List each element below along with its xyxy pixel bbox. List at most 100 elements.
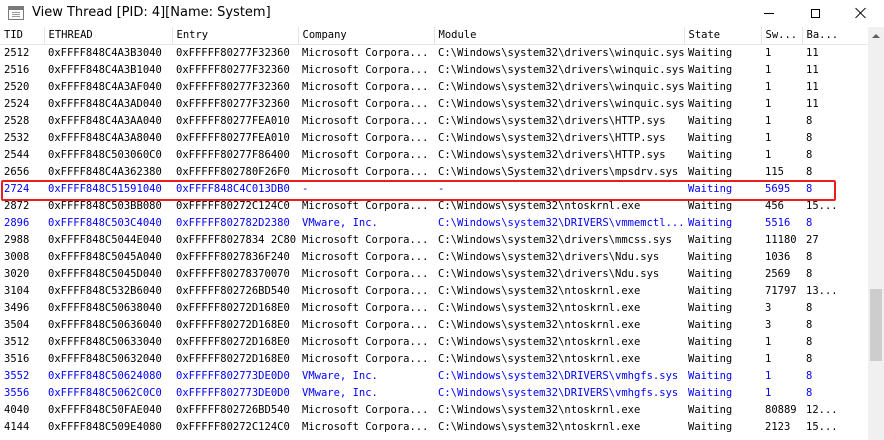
cell-base-priority: 27 bbox=[806, 233, 819, 246]
table-row[interactable]: 4144 0xFFFF848C509E4080 0xFFFFF80272C124C0… bbox=[0, 419, 868, 436]
cell-state: Waiting bbox=[688, 46, 733, 59]
cell-company: Microsoft Corpora... bbox=[302, 318, 429, 331]
cell-ethread: 0xFFFF848C50FAE040 bbox=[48, 403, 162, 416]
table-row[interactable]: 4040 0xFFFF848C50FAE040 0xFFFFF802726BD540… bbox=[0, 402, 868, 419]
table-row[interactable]: 2544 0xFFFF848C503060C0 0xFFFFF80277F86400… bbox=[0, 147, 868, 164]
column-header-switches[interactable]: Sw... bbox=[761, 27, 803, 45]
cell-company: Microsoft Corpora... bbox=[302, 165, 429, 178]
cell-base-priority: 8 bbox=[806, 182, 813, 195]
cell-module: C:\Windows\system32\drivers\Ndu.sys bbox=[438, 250, 660, 263]
cell-module: C:\Windows\system32\drivers\HTTP.sys bbox=[438, 148, 666, 161]
column-header-entry[interactable]: Entry bbox=[172, 27, 299, 45]
cell-module: - bbox=[438, 182, 445, 195]
column-header-module[interactable]: Module bbox=[434, 27, 685, 45]
cell-tid: 3008 bbox=[4, 250, 30, 263]
column-header-company[interactable]: Company bbox=[298, 27, 435, 45]
cell-base-priority: 11 bbox=[806, 80, 819, 93]
cell-tid: 2520 bbox=[4, 80, 30, 93]
cell-base-priority: 8 bbox=[806, 301, 813, 314]
table-row[interactable]: 3512 0xFFFF848C50633040 0xFFFFF80272D168E0… bbox=[0, 334, 868, 351]
cell-company: Microsoft Corpora... bbox=[302, 63, 429, 76]
cell-state: Waiting bbox=[688, 131, 733, 144]
window-title: View Thread [PID: 4][Name: System] bbox=[32, 5, 271, 20]
table-row[interactable]: 3556 0xFFFF848C5062C0C0 0xFFFFF802773DE0D0… bbox=[0, 385, 868, 402]
cell-company: Microsoft Corpora... bbox=[302, 267, 429, 280]
cell-ethread: 0xFFFF848C503060C0 bbox=[48, 148, 162, 161]
table-row[interactable]: 2528 0xFFFF848C4A3AA040 0xFFFFF80277FEA010… bbox=[0, 113, 868, 130]
column-header-state[interactable]: State bbox=[684, 27, 762, 45]
table-row[interactable]: 3008 0xFFFF848C5045A040 0xFFFFF8027836F240… bbox=[0, 249, 868, 266]
vertical-scrollbar[interactable] bbox=[868, 27, 884, 440]
table-row[interactable]: 2516 0xFFFF848C4A3B1040 0xFFFFF80277F32360… bbox=[0, 62, 868, 79]
scroll-thumb[interactable] bbox=[870, 289, 882, 361]
scroll-up-button[interactable] bbox=[868, 27, 884, 44]
cell-module: C:\Windows\system32\drivers\winquic.sys bbox=[438, 63, 684, 76]
cell-module: C:\Windows\system32\drivers\HTTP.sys bbox=[438, 114, 666, 127]
cell-company: Microsoft Corpora... bbox=[302, 46, 429, 59]
window-list-icon bbox=[8, 6, 24, 20]
cell-state: Waiting bbox=[688, 318, 733, 331]
table-row[interactable]: 3020 0xFFFF848C5045D040 0xFFFFF80278370070… bbox=[0, 266, 868, 283]
cell-module: C:\Windows\system32\DRIVERS\vmhgfs.sys bbox=[438, 386, 679, 399]
column-header-base-priority[interactable]: Ba... bbox=[802, 27, 868, 45]
cell-tid: 3104 bbox=[4, 284, 30, 297]
table-row[interactable]: 2532 0xFFFF848C4A3A8040 0xFFFFF80277FEA010… bbox=[0, 130, 868, 147]
close-button[interactable] bbox=[838, 0, 884, 26]
cell-module: C:\Windows\system32\DRIVERS\vmhgfs.sys bbox=[438, 369, 679, 382]
cell-state: Waiting bbox=[688, 352, 733, 365]
minimize-button[interactable] bbox=[746, 0, 792, 26]
column-header-ethread[interactable]: ETHREAD bbox=[44, 27, 173, 45]
cell-company: Microsoft Corpora... bbox=[302, 301, 429, 314]
table-row[interactable]: 2872 0xFFFF848C503BB080 0xFFFFF80272C124C0… bbox=[0, 198, 868, 215]
cell-state: Waiting bbox=[688, 165, 733, 178]
cell-entry: 0xFFFFF80277F32360 bbox=[176, 63, 290, 76]
table-row[interactable]: 3504 0xFFFF848C50636040 0xFFFFF80272D168E0… bbox=[0, 317, 868, 334]
cell-base-priority: 8 bbox=[806, 352, 813, 365]
table-row[interactable]: 3516 0xFFFF848C50632040 0xFFFFF80272D168E0… bbox=[0, 351, 868, 368]
cell-tid: 2544 bbox=[4, 148, 30, 161]
maximize-button[interactable] bbox=[792, 0, 838, 26]
cell-tid: 2872 bbox=[4, 199, 30, 212]
table-row[interactable]: 2988 0xFFFF848C5044E040 0xFFFFF8027834 2C8… bbox=[0, 232, 868, 249]
cell-entry: 0xFFFFF80277F32360 bbox=[176, 97, 290, 110]
cell-module: C:\Windows\system32\ntoskrnl.exe bbox=[438, 335, 641, 348]
table-row[interactable]: 2896 0xFFFF848C503C4040 0xFFFFF802782D2380… bbox=[0, 215, 868, 232]
cell-ethread: 0xFFFF848C50633040 bbox=[48, 335, 162, 348]
cell-company: Microsoft Corpora... bbox=[302, 233, 429, 246]
cell-switches: 1 bbox=[765, 386, 772, 399]
table-row[interactable]: 2724 0xFFFF848C51591040 0xFFFF848C4C013DB0… bbox=[0, 181, 868, 198]
column-header-tid[interactable]: TID bbox=[0, 27, 45, 45]
cell-tid: 3496 bbox=[4, 301, 30, 314]
cell-company: Microsoft Corpora... bbox=[302, 114, 429, 127]
cell-base-priority: 8 bbox=[806, 216, 813, 229]
cell-tid: 3504 bbox=[4, 318, 30, 331]
cell-base-priority: 8 bbox=[806, 114, 813, 127]
table-row[interactable]: 2512 0xFFFF848C4A3B3040 0xFFFFF80277F32360… bbox=[0, 44, 868, 62]
table-row[interactable]: 2524 0xFFFF848C4A3AD040 0xFFFFF80277F32360… bbox=[0, 96, 868, 113]
cell-base-priority: 15... bbox=[806, 420, 838, 433]
table-row[interactable]: 3552 0xFFFF848C50624080 0xFFFFF802773DE0D0… bbox=[0, 368, 868, 385]
cell-module: C:\Windows\system32\ntoskrnl.exe bbox=[438, 301, 641, 314]
cell-module: C:\Windows\system32\drivers\mmcss.sys bbox=[438, 233, 672, 246]
table-row[interactable]: 3496 0xFFFF848C50638040 0xFFFFF80272D168E0… bbox=[0, 300, 868, 317]
cell-company: Microsoft Corpora... bbox=[302, 420, 429, 433]
cell-company: Microsoft Corpora... bbox=[302, 284, 429, 297]
table-row[interactable]: 2656 0xFFFF848C4A362380 0xFFFFF802780F26F0… bbox=[0, 164, 868, 181]
cell-tid: 3556 bbox=[4, 386, 30, 399]
thread-table: TID ETHREAD Entry Company Module State S… bbox=[0, 27, 868, 436]
cell-state: Waiting bbox=[688, 80, 733, 93]
cell-base-priority: 8 bbox=[806, 148, 813, 161]
cell-ethread: 0xFFFF848C509E4080 bbox=[48, 420, 162, 433]
table-row[interactable]: 2520 0xFFFF848C4A3AF040 0xFFFFF80277F32360… bbox=[0, 79, 868, 96]
cell-base-priority: 8 bbox=[806, 386, 813, 399]
cell-tid: 2724 bbox=[4, 182, 30, 195]
cell-entry: 0xFFFFF80272C124C0 bbox=[176, 420, 290, 433]
table-row[interactable]: 3104 0xFFFF848C532B6040 0xFFFFF802726BD540… bbox=[0, 283, 868, 300]
header-row: TID ETHREAD Entry Company Module State S… bbox=[0, 27, 868, 45]
cell-tid: 3552 bbox=[4, 369, 30, 382]
cell-state: Waiting bbox=[688, 420, 733, 433]
cell-company: Microsoft Corpora... bbox=[302, 97, 429, 110]
cell-module: C:\Windows\system32\drivers\Ndu.sys bbox=[438, 267, 660, 280]
cell-switches: 1 bbox=[765, 369, 772, 382]
cell-switches: 5695 bbox=[765, 182, 791, 195]
